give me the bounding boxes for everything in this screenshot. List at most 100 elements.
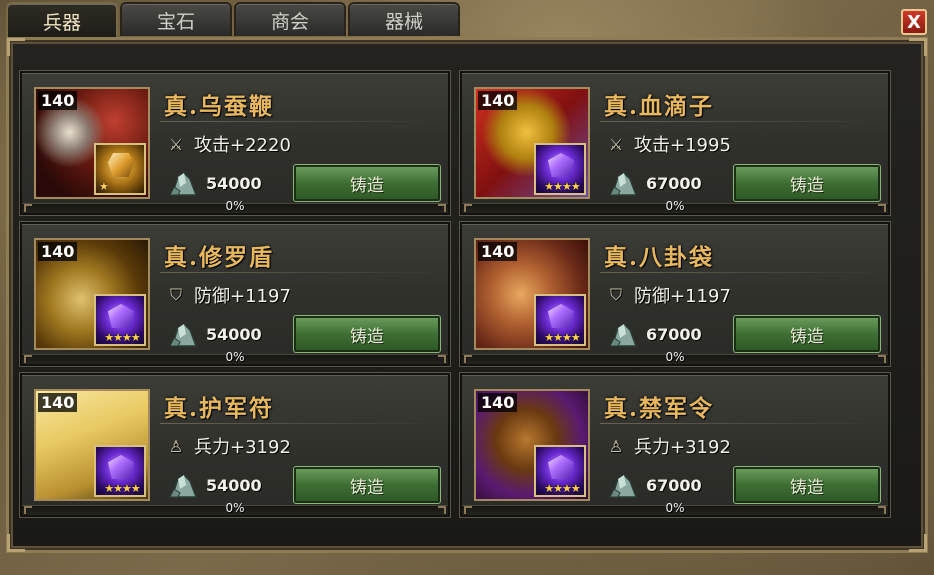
divider — [160, 272, 442, 273]
item-card: 140 ★★★★ 真.八卦袋 ⛉ 防御+1197 67000 铸造 0% — [459, 221, 891, 367]
progress-text: 0% — [665, 350, 685, 364]
gem-stars: ★★★★ — [104, 331, 140, 344]
forge-progress-bar: 0% — [462, 350, 888, 364]
gem-icon: ★★★★ — [94, 294, 146, 346]
stone-icon — [169, 323, 198, 347]
tab-gems[interactable]: 宝石 — [120, 2, 232, 36]
item-cost: 67000 — [646, 325, 702, 344]
item-level: 140 — [38, 91, 78, 110]
item-stat-value: 兵力+3192 — [194, 437, 291, 458]
forge-progress-bar: 0% — [462, 199, 888, 213]
gem-crystal — [108, 153, 134, 177]
forge-button[interactable]: 铸造 — [733, 315, 881, 353]
gem-icon: ★★★★ — [534, 294, 586, 346]
progress-text: 0% — [225, 350, 245, 364]
gem-crystal — [108, 304, 134, 328]
item-name: 真.护军符 — [164, 395, 275, 422]
shield-icon: ⛉ — [169, 285, 182, 304]
soldier-icon: ♙ — [608, 436, 624, 456]
forge-progress-bar: 0% — [462, 501, 888, 515]
close-button[interactable]: X — [901, 9, 927, 35]
item-cost: 67000 — [646, 174, 702, 193]
item-card: 140 ★★★★ 真.血滴子 ⚔ 攻击+1995 67000 铸造 0% — [459, 70, 891, 216]
divider — [160, 423, 442, 424]
item-name: 真.修罗盾 — [164, 244, 275, 271]
item-name: 真.八卦袋 — [604, 244, 715, 271]
gem-crystal — [548, 455, 574, 479]
item-level: 140 — [478, 393, 518, 412]
gem-crystal — [548, 304, 574, 328]
gem-crystal — [548, 153, 574, 177]
gem-icon: ★★★★ — [534, 143, 586, 195]
tab-machinery[interactable]: 器械 — [348, 2, 460, 36]
item-card: 140 ★★★★ 真.禁军令 ♙ 兵力+3192 67000 铸造 0% — [459, 372, 891, 518]
item-portrait[interactable]: 140 ★★★★ — [34, 238, 150, 350]
panel-corner-ornament — [7, 534, 25, 552]
item-portrait[interactable]: 140 ★★★★ — [474, 238, 590, 350]
divider — [160, 121, 442, 122]
tab-weapons[interactable]: 兵器 — [6, 2, 118, 38]
sword-icon: ⚔ — [168, 134, 184, 154]
forge-progress-bar: 0% — [22, 501, 448, 515]
soldier-icon: ♙ — [168, 436, 184, 456]
item-level: 140 — [38, 242, 78, 261]
item-cost: 54000 — [206, 174, 262, 193]
item-portrait[interactable]: 140 ★★★★ — [474, 389, 590, 501]
gem-stars: ★★★★ — [544, 331, 580, 344]
item-stat-value: 攻击+2220 — [194, 135, 291, 156]
item-cost: 54000 — [206, 325, 262, 344]
tab-guild[interactable]: 商会 — [234, 2, 346, 36]
stone-icon — [169, 474, 198, 498]
divider — [600, 272, 882, 273]
gem-stars: ★ — [99, 180, 109, 193]
gem-icon: ★★★★ — [534, 445, 586, 497]
progress-text: 0% — [665, 199, 685, 213]
gem-stars: ★★★★ — [104, 482, 140, 495]
item-stat-value: 兵力+3192 — [634, 437, 731, 458]
item-card: 140 ★ 真.乌蚕鞭 ⚔ 攻击+2220 54000 铸造 0% — [19, 70, 451, 216]
forge-button[interactable]: 铸造 — [293, 466, 441, 504]
item-cost: 67000 — [646, 476, 702, 495]
item-stat-value: 防御+1197 — [634, 286, 731, 307]
item-stat-value: 防御+1197 — [194, 286, 291, 307]
item-portrait[interactable]: 140 ★★★★ — [474, 87, 590, 199]
item-card: 140 ★★★★ 真.修罗盾 ⛉ 防御+1197 54000 铸造 0% — [19, 221, 451, 367]
gem-icon: ★ — [94, 143, 146, 195]
item-stat: ⛉ 防御+1197 — [606, 282, 731, 308]
item-portrait[interactable]: 140 ★★★★ — [34, 389, 150, 501]
sword-icon: ⚔ — [608, 134, 624, 154]
item-stat-value: 攻击+1995 — [634, 135, 731, 156]
item-level: 140 — [478, 91, 518, 110]
item-stat: ⛉ 防御+1197 — [166, 282, 291, 308]
panel-corner-ornament — [7, 38, 25, 56]
gem-stars: ★★★★ — [544, 482, 580, 495]
panel-corner-ornament — [909, 534, 927, 552]
divider — [600, 423, 882, 424]
item-level: 140 — [478, 242, 518, 261]
panel-corner-ornament — [909, 38, 927, 56]
forge-button[interactable]: 铸造 — [293, 315, 441, 353]
gem-crystal — [108, 455, 134, 479]
item-level: 140 — [38, 393, 78, 412]
item-cost: 54000 — [206, 476, 262, 495]
forge-progress-bar: 0% — [22, 350, 448, 364]
forge-button[interactable]: 铸造 — [293, 164, 441, 202]
forge-button[interactable]: 铸造 — [733, 164, 881, 202]
forge-button[interactable]: 铸造 — [733, 466, 881, 504]
stone-icon — [609, 323, 638, 347]
item-portrait[interactable]: 140 ★ — [34, 87, 150, 199]
shield-icon: ⛉ — [609, 285, 622, 304]
item-stat: ♙ 兵力+3192 — [166, 433, 291, 459]
stone-icon — [169, 172, 198, 196]
progress-text: 0% — [665, 501, 685, 515]
item-stat: ♙ 兵力+3192 — [606, 433, 731, 459]
divider — [600, 121, 882, 122]
progress-text: 0% — [225, 199, 245, 213]
item-card: 140 ★★★★ 真.护军符 ♙ 兵力+3192 54000 铸造 0% — [19, 372, 451, 518]
item-stat: ⚔ 攻击+1995 — [606, 131, 731, 157]
item-name: 真.禁军令 — [604, 395, 715, 422]
tab-bar: 兵器 宝石 商会 器械 — [6, 2, 460, 38]
item-name: 真.血滴子 — [604, 93, 715, 120]
gem-icon: ★★★★ — [94, 445, 146, 497]
stone-icon — [609, 172, 638, 196]
